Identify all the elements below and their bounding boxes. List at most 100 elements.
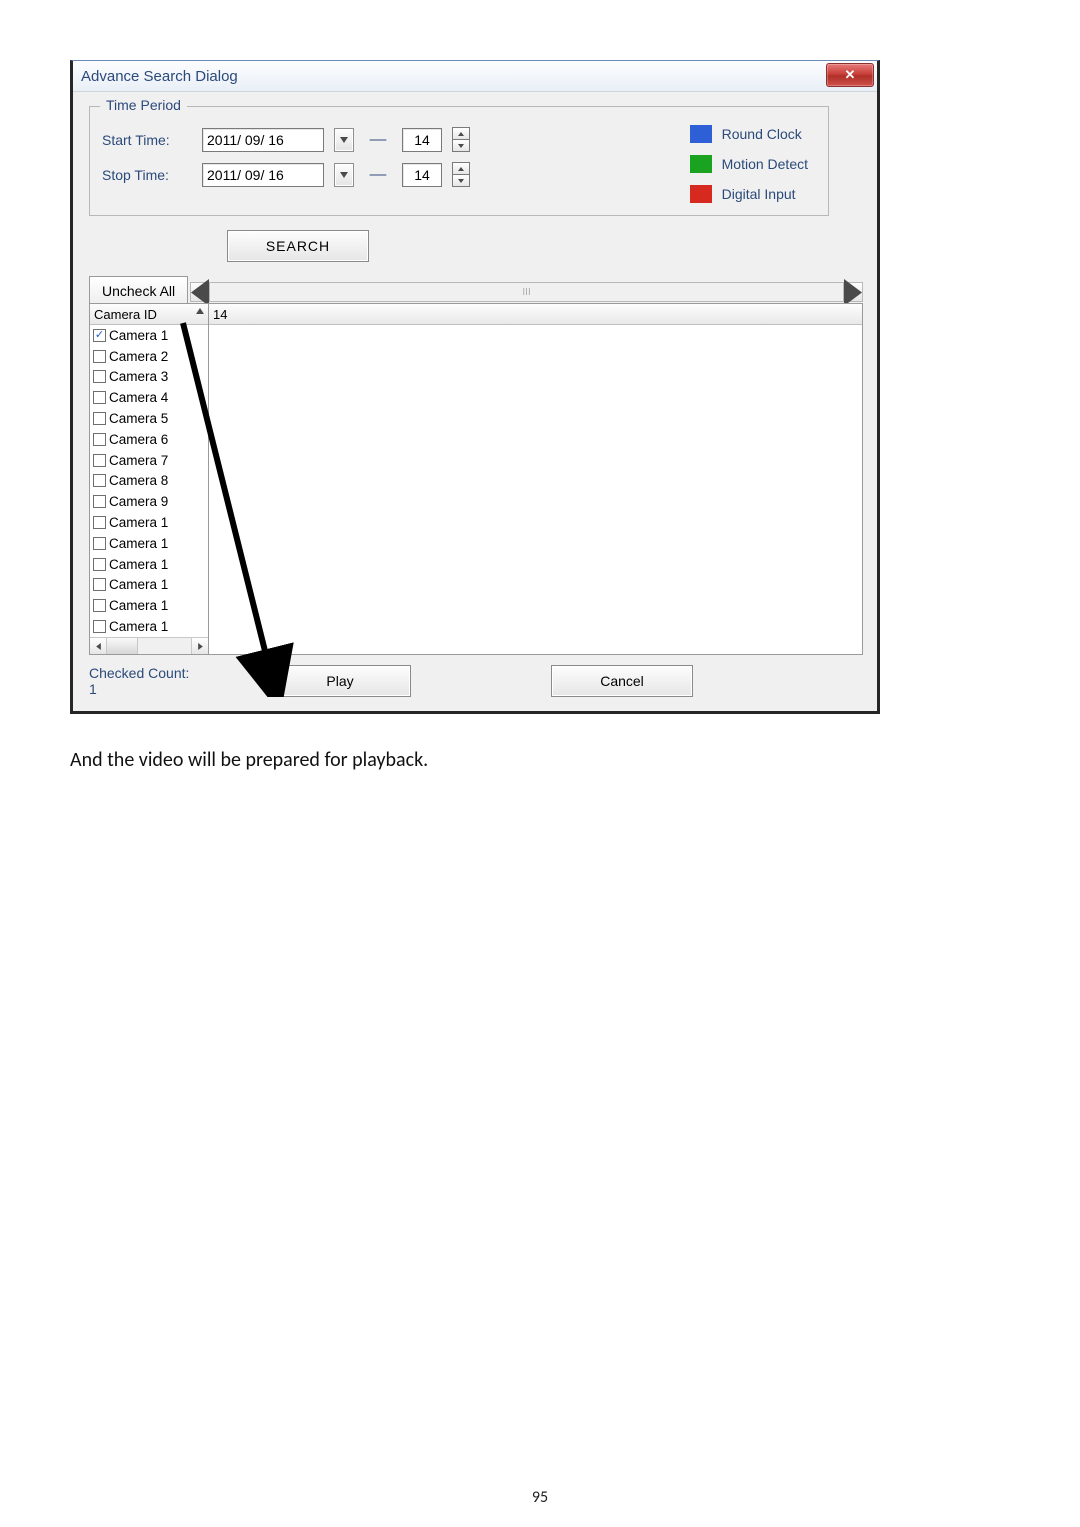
camera-checkbox[interactable] [93, 474, 106, 487]
camera-label: Camera 2 [109, 349, 168, 364]
camera-checkbox[interactable] [93, 370, 106, 383]
camera-list-item[interactable]: Camera 8 [90, 471, 208, 492]
time-period-legend: Time Period [100, 97, 187, 113]
camera-checkbox[interactable] [93, 620, 106, 633]
camera-list-item[interactable]: Camera 1 [90, 575, 208, 596]
stop-hour-input[interactable]: 14 [402, 163, 442, 187]
start-hour-spinner[interactable] [452, 127, 470, 152]
camera-checkbox[interactable] [93, 599, 106, 612]
camera-list-item[interactable]: Camera 7 [90, 450, 208, 471]
camera-list-item[interactable]: Camera 1 [90, 554, 208, 575]
scroll-left-button[interactable] [191, 283, 210, 301]
scroll-right-button[interactable] [191, 638, 208, 654]
camera-label: Camera 9 [109, 494, 168, 509]
camera-list-item[interactable]: Camera 2 [90, 346, 208, 367]
chevron-left-icon [191, 279, 209, 306]
legend-area: Round Clock Motion Detect Digital Input [690, 125, 808, 203]
stop-date-dropdown[interactable] [334, 163, 354, 187]
chevron-down-icon [458, 144, 464, 148]
legend-motion-detect-label: Motion Detect [722, 156, 808, 172]
scroll-thumb[interactable] [107, 638, 138, 654]
titlebar: Advance Search Dialog ✕ [73, 61, 877, 92]
camera-checkbox[interactable] [93, 558, 106, 571]
camera-label: Camera 8 [109, 473, 168, 488]
stop-hour-spinner[interactable] [452, 162, 470, 187]
camera-list-item[interactable]: Camera 5 [90, 408, 208, 429]
search-button[interactable]: SEARCH [227, 230, 369, 262]
camera-label: Camera 5 [109, 411, 168, 426]
dialog-body: Time Period Start Time: 2011/ 09/ 16 ‒‒ … [73, 92, 877, 711]
chevron-left-icon [96, 643, 101, 650]
camera-list-item[interactable]: Camera 1 [90, 616, 208, 637]
camera-checkbox[interactable] [93, 495, 106, 508]
camera-label: Camera 4 [109, 390, 168, 405]
camera-list-item[interactable]: Camera 1 [90, 595, 208, 616]
close-icon: ✕ [845, 67, 856, 83]
timeline-scrollbar[interactable]: III [190, 282, 863, 302]
camera-list-item[interactable]: Camera 4 [90, 387, 208, 408]
sort-asc-icon [196, 308, 204, 314]
camera-list-item[interactable]: Camera 3 [90, 367, 208, 388]
camera-checkbox[interactable] [93, 454, 106, 467]
camera-list-item[interactable]: Camera 1 [90, 533, 208, 554]
camera-checkbox[interactable] [93, 391, 106, 404]
legend-digital-input: Digital Input [690, 185, 808, 203]
chevron-down-icon [340, 137, 348, 143]
camera-label: Camera 1 [109, 536, 168, 551]
camera-list-hscroll[interactable] [90, 637, 208, 654]
camera-list: Camera ID Camera 1 Camera 2 Camera 3 Camera… [89, 303, 209, 655]
color-swatch-red [690, 185, 712, 203]
legend-round-clock: Round Clock [690, 125, 808, 143]
scroll-left-button[interactable] [90, 638, 107, 654]
dialog-title: Advance Search Dialog [81, 68, 238, 85]
camera-checkbox[interactable] [93, 350, 106, 363]
scroll-marker: III [522, 287, 530, 298]
chevron-right-icon [844, 279, 862, 306]
camera-list-item[interactable]: Camera 6 [90, 429, 208, 450]
legend-motion-detect: Motion Detect [690, 155, 808, 173]
camera-checkbox[interactable] [93, 516, 106, 529]
checked-count-value: 1 [89, 681, 229, 697]
checked-count-label: Checked Count: [89, 665, 229, 681]
camera-label: Camera 1 [109, 557, 168, 572]
camera-checkbox[interactable] [93, 412, 106, 425]
camera-list-item[interactable]: Camera 1 [90, 325, 208, 346]
separator: ‒‒ [364, 166, 392, 183]
chevron-down-icon [458, 179, 464, 183]
chevron-right-icon [198, 643, 203, 650]
chevron-up-icon [458, 132, 464, 136]
camera-list-item[interactable]: Camera 9 [90, 491, 208, 512]
legend-digital-input-label: Digital Input [722, 186, 796, 202]
close-button[interactable]: ✕ [826, 63, 874, 87]
camera-checkbox[interactable] [93, 578, 106, 591]
stop-time-label: Stop Time: [102, 167, 192, 183]
camera-list-item[interactable]: Camera 1 [90, 512, 208, 533]
camera-id-column-header[interactable]: Camera ID [90, 304, 208, 325]
scroll-right-button[interactable] [843, 283, 862, 301]
camera-label: Camera 3 [109, 369, 168, 384]
scroll-track[interactable]: III [210, 283, 843, 301]
camera-label: Camera 1 [109, 328, 168, 343]
stop-date-input[interactable]: 2011/ 09/ 16 [202, 163, 324, 187]
start-hour-input[interactable]: 14 [402, 128, 442, 152]
caption-text: And the video will be prepared for playb… [70, 748, 1020, 772]
checked-count: Checked Count: 1 [89, 665, 229, 697]
uncheck-all-tab[interactable]: Uncheck All [89, 276, 188, 303]
footer-row: Checked Count: 1 Play Cancel [87, 665, 863, 697]
play-button[interactable]: Play [269, 665, 411, 697]
camera-label: Camera 1 [109, 598, 168, 613]
timeline-column-header[interactable]: 14 [209, 304, 862, 325]
start-date-input[interactable]: 2011/ 09/ 16 [202, 128, 324, 152]
cancel-button[interactable]: Cancel [551, 665, 693, 697]
timeline-area: 14 [209, 303, 863, 655]
start-date-dropdown[interactable] [334, 128, 354, 152]
time-period-fieldset: Time Period Start Time: 2011/ 09/ 16 ‒‒ … [89, 106, 829, 216]
camera-checkbox[interactable] [93, 329, 106, 342]
mid-row: Uncheck All III [89, 276, 863, 303]
legend-round-clock-label: Round Clock [722, 126, 802, 142]
camera-checkbox[interactable] [93, 537, 106, 550]
color-swatch-green [690, 155, 712, 173]
separator: ‒‒ [364, 131, 392, 148]
camera-label: Camera 1 [109, 577, 168, 592]
camera-checkbox[interactable] [93, 433, 106, 446]
